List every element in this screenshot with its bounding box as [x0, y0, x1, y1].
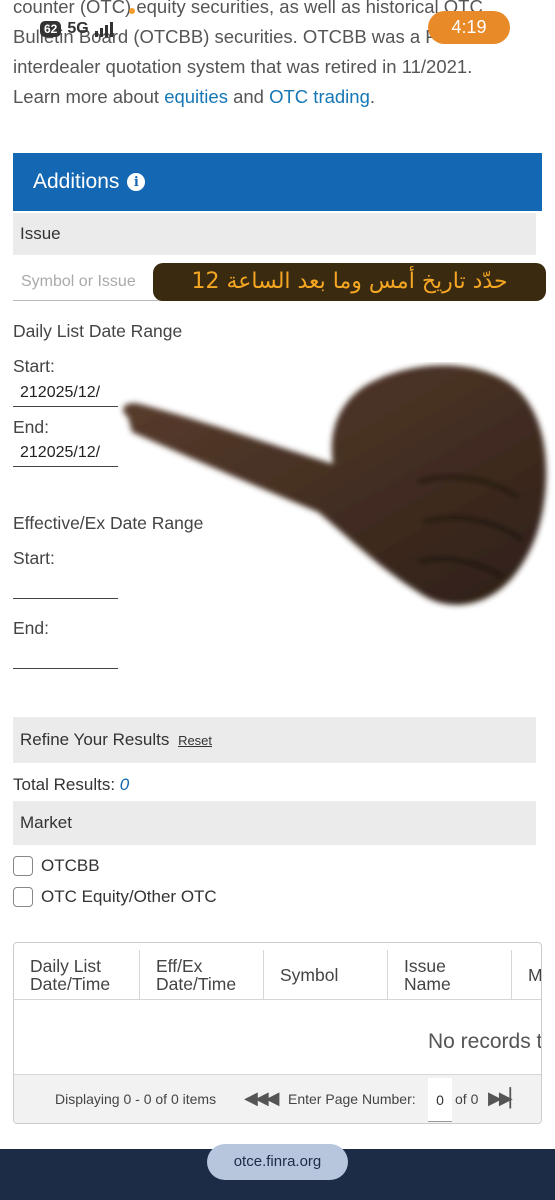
market-section-header: Market [13, 801, 536, 845]
intro-line-3: interdealer quotation system that was re… [13, 56, 473, 77]
refine-title: Refine Your Results [20, 730, 170, 749]
grid-header-row: Daily List Date/Time Eff/Ex Date/Time Sy… [14, 950, 541, 1000]
additions-header: Additions i [13, 153, 542, 211]
pointing-hand-icon [123, 365, 547, 605]
pager-of-label: of 0 [455, 1091, 479, 1107]
otcbb-label: OTCBB [41, 856, 100, 875]
issue-section-header: Issue [13, 213, 536, 255]
column-market[interactable]: M [512, 950, 541, 1000]
daily-end-date-field[interactable] [13, 439, 118, 467]
status-time: 4:19 [428, 11, 510, 44]
column-symbol[interactable]: Symbol [264, 950, 388, 1000]
status-left: 62 5G [40, 20, 113, 38]
column-daily-list-date[interactable]: Daily List Date/Time [14, 950, 140, 1000]
market-option-otcbb[interactable]: OTCBB [13, 856, 100, 876]
network-label: 5G [67, 20, 89, 37]
instruction-caption: حدّد تاريخ أمس وما بعد الساعة 12 [153, 263, 546, 301]
effective-start-label: Start: [13, 548, 55, 568]
refine-results-header: Refine Your Results Reset [13, 717, 536, 763]
no-records-message: No records t [428, 1030, 542, 1053]
results-grid: Daily List Date/Time Eff/Ex Date/Time Sy… [13, 942, 542, 1124]
intro-line-4: Learn more about equities and OTC tradin… [13, 82, 533, 112]
equities-link[interactable]: equities [164, 86, 228, 107]
grid-body: No records t [14, 1001, 542, 1073]
otcbb-checkbox[interactable] [13, 856, 33, 876]
browser-url-pill[interactable]: otce.finra.org [207, 1144, 348, 1180]
signal-icon [94, 21, 113, 37]
intro-text-suffix: . [369, 86, 376, 107]
pager-enter-label: Enter Page Number: [288, 1091, 416, 1107]
info-icon[interactable]: i [127, 173, 146, 191]
total-results-label: Total Results: [13, 775, 120, 794]
otc-equity-checkbox[interactable] [13, 887, 33, 907]
market-option-otc-equity[interactable]: OTC Equity/Other OTC [13, 887, 217, 907]
effective-end-label: End: [13, 618, 49, 638]
otc-equity-label: OTC Equity/Other OTC [41, 887, 217, 906]
first-prev-page-icon[interactable]: ◀◀◀ [244, 1088, 279, 1109]
pager-displaying-text: Displaying 0 - 0 of 0 items [55, 1091, 217, 1107]
intro-text-prefix: Learn more about [13, 86, 165, 107]
daily-start-label: Start: [13, 356, 55, 376]
additions-title: Additions [33, 170, 120, 193]
effective-start-date-field[interactable] [13, 571, 118, 599]
effective-end-date-field[interactable] [13, 641, 118, 669]
otc-trading-link[interactable]: OTC trading [269, 86, 370, 107]
column-issue-name[interactable]: Issue Name [388, 950, 512, 1000]
privacy-dot-icon [129, 8, 135, 14]
reset-link[interactable]: Reset [178, 733, 212, 748]
total-results: Total Results: 0 [13, 775, 129, 795]
total-results-count: 0 [119, 775, 130, 794]
daily-list-range-label: Daily List Date Range [13, 321, 183, 341]
grid-pager: Displaying 0 - 0 of 0 items ◀◀◀ Enter Pa… [14, 1074, 541, 1123]
status-bar: 62 5G 4:19 [0, 8, 555, 48]
effective-range-label: Effective/Ex Date Range [13, 513, 204, 533]
status-badge: 62 [40, 21, 62, 37]
next-last-page-icon[interactable]: ▶▶▏ [488, 1088, 523, 1109]
page-number-input[interactable] [428, 1078, 452, 1122]
intro-text-mid: and [227, 86, 270, 107]
daily-start-date-field[interactable] [13, 379, 118, 407]
column-eff-ex-date[interactable]: Eff/Ex Date/Time [140, 950, 264, 1000]
daily-end-label: End: [13, 417, 49, 437]
